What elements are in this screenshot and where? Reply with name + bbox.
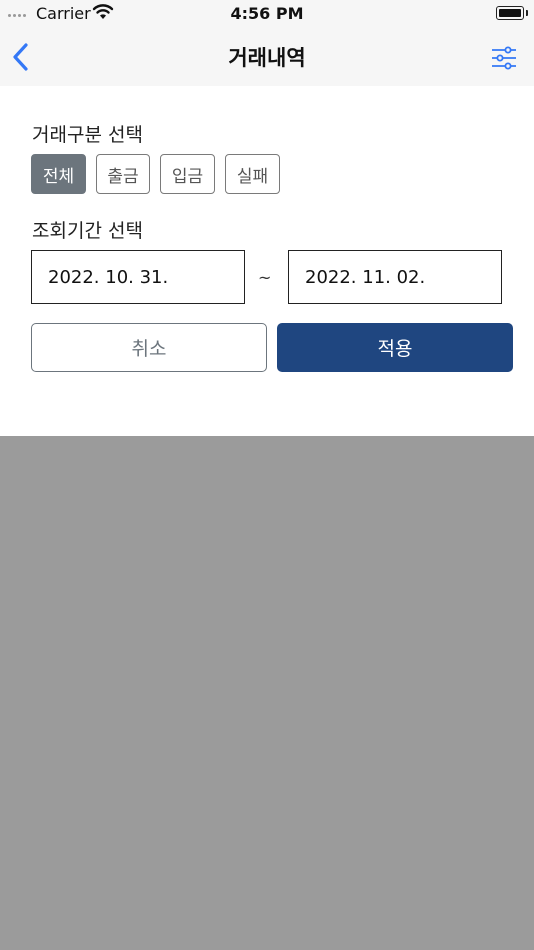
transaction-type-label: 거래구분 선택 — [32, 124, 143, 146]
type-withdrawal-button[interactable]: 출금 — [96, 154, 150, 194]
page-title: 거래내역 — [228, 46, 306, 70]
type-failed-button[interactable]: 실패 — [225, 154, 280, 194]
nav-bar: 거래내역 — [0, 30, 534, 86]
cancel-button[interactable]: 취소 — [31, 323, 267, 372]
type-all-button[interactable]: 전체 — [31, 154, 86, 194]
start-date-field[interactable]: 2022. 10. 31. — [31, 250, 245, 304]
filter-sliders-icon[interactable] — [490, 44, 518, 72]
dim-overlay[interactable] — [0, 436, 534, 950]
period-label: 조회기간 선택 — [32, 220, 143, 242]
apply-button[interactable]: 적용 — [277, 323, 513, 372]
battery-icon — [496, 6, 528, 20]
filter-panel: 거래구분 선택 전체 출금 입금 실패 조회기간 선택 2022. 10. 31… — [0, 86, 534, 436]
date-separator: ~ — [258, 268, 272, 287]
type-deposit-button[interactable]: 입금 — [160, 154, 215, 194]
status-bar: Carrier 4:56 PM — [0, 0, 534, 30]
end-date-field[interactable]: 2022. 11. 02. — [288, 250, 502, 304]
status-time: 4:56 PM — [230, 4, 304, 23]
